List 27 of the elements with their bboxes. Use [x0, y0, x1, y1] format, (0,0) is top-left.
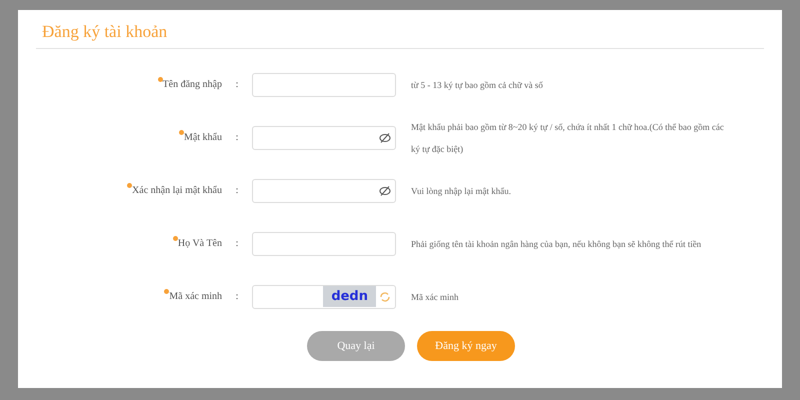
captcha-image: dedn	[323, 286, 376, 307]
field-label: Mã xác minh	[169, 291, 222, 302]
input-field[interactable]	[252, 72, 396, 96]
colon: :	[236, 291, 238, 302]
colon: :	[236, 238, 238, 249]
eye-off-icon[interactable]	[379, 132, 391, 144]
register-button[interactable]: Đăng ký ngay	[417, 331, 515, 361]
captcha-field[interactable]: dedn	[252, 284, 396, 308]
field-hint: Mật khẩu phải bao gồm từ 8~20 ký tự / số, chứa ít nhất 1 chữ hoa.(Có thể bao gồm các ký tự đặc biệt)	[411, 120, 725, 156]
field-label: Họ Và Tên	[178, 238, 222, 249]
colon: :	[236, 79, 238, 90]
dialog-title: Đăng ký tài khoản	[36, 10, 764, 49]
field-hint: Mã xác minh	[411, 290, 460, 304]
colon: :	[236, 185, 238, 196]
colon: :	[236, 132, 238, 143]
eye-off-icon[interactable]	[379, 184, 391, 196]
field-hint: từ 5 - 13 ký tự bao gồm cả chữ và số	[411, 78, 544, 92]
field-label: Tên đăng nhập	[162, 79, 222, 90]
refresh-icon[interactable]	[379, 290, 391, 302]
password-field[interactable]	[252, 178, 396, 202]
password-field[interactable]	[252, 126, 396, 150]
input-field[interactable]	[252, 232, 396, 256]
back-button[interactable]: Quay lại	[307, 331, 405, 361]
field-hint: Phải giống tên tài khoản ngân hàng của bạn, nếu không bạn sẽ không thể rút tiền	[411, 238, 702, 251]
field-label: Xác nhận lại mật khẩu	[132, 185, 222, 196]
field-hint: Vui lòng nhập lại mật khẩu.	[411, 184, 512, 198]
field-label: Mật khẩu	[184, 132, 222, 143]
